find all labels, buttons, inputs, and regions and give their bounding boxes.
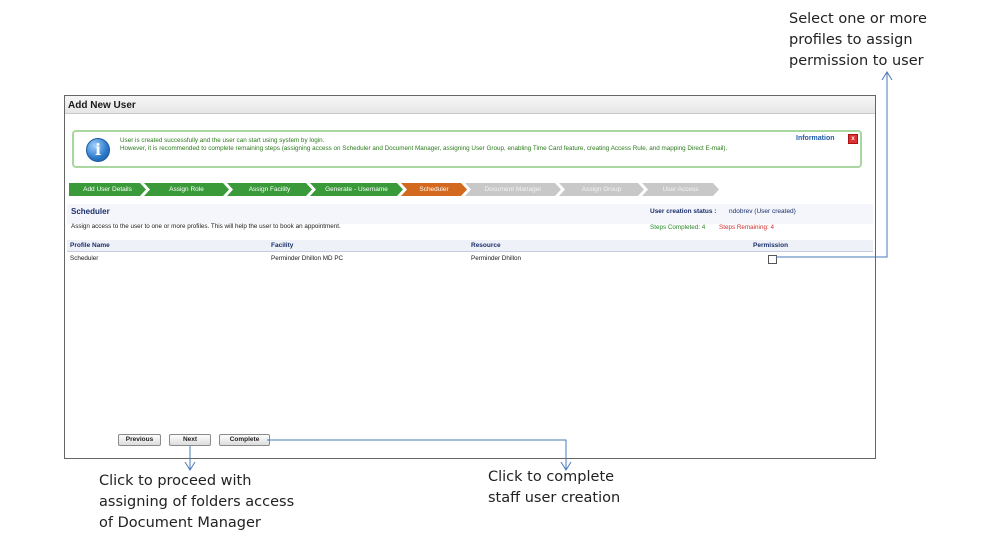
callout-line-complete: [267, 439, 567, 470]
callout-lines: [184, 71, 893, 471]
callout-line-permission: [776, 72, 888, 258]
